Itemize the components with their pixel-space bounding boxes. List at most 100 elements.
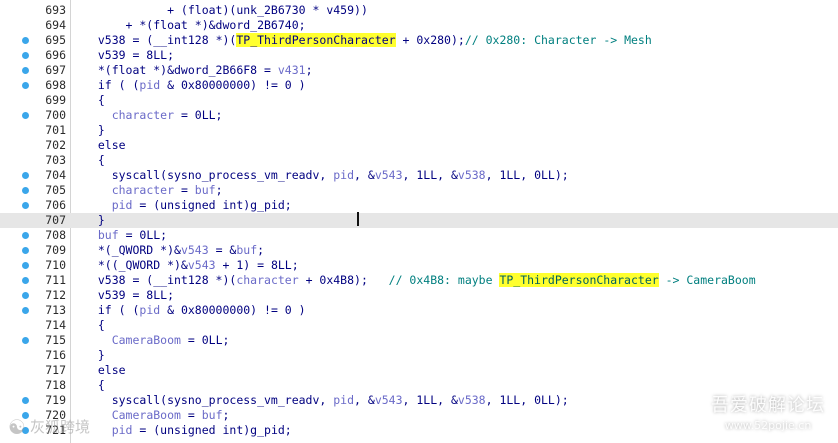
code-text: if ( (pid & 0x80000000) != 0 ) — [84, 303, 306, 318]
code-text: else — [84, 363, 126, 378]
code-line[interactable]: 705 character = buf; — [0, 183, 838, 198]
line-number: 696 — [45, 48, 66, 62]
breakpoint-dot-icon[interactable] — [22, 67, 29, 74]
line-number: 701 — [45, 123, 66, 137]
code-line[interactable]: 696 v539 = 8LL; — [0, 48, 838, 63]
code-line[interactable]: 693 + (float)(unk_2B6730 * v459)) — [0, 3, 838, 18]
breakpoint-dot-icon[interactable] — [22, 82, 29, 89]
code-line[interactable]: 697 *(float *)&dword_2B66F8 = v431; — [0, 63, 838, 78]
breakpoint-dot-icon[interactable] — [22, 277, 29, 284]
breakpoint-dot-icon[interactable] — [22, 232, 29, 239]
line-number: 714 — [45, 318, 66, 332]
code-token: buf — [194, 183, 216, 197]
line-number: 706 — [45, 198, 66, 212]
breakpoint-dot-icon[interactable] — [22, 187, 29, 194]
code-text: syscall(sysno_process_vm_readv, pid, &v5… — [84, 393, 569, 408]
current-code-line[interactable]: 707 } — [0, 213, 838, 228]
code-line[interactable]: 717 else — [0, 363, 838, 378]
breakpoint-dot-icon[interactable] — [22, 397, 29, 404]
breakpoint-dot-icon[interactable] — [22, 337, 29, 344]
line-number: 717 — [45, 363, 66, 377]
highlighted-token: TP_ThirdPersonCharacter — [236, 33, 396, 47]
code-text: *(_QWORD *)&v543 = &buf; — [84, 243, 264, 258]
breakpoint-dot-icon[interactable] — [22, 202, 29, 209]
breakpoint-dot-icon[interactable] — [22, 292, 29, 299]
code-line[interactable]: 699 { — [0, 93, 838, 108]
code-line[interactable]: 695 v538 = (__int128 *)(TP_ThirdPersonCh… — [0, 33, 838, 48]
code-token: = (unsigned int)g_pid; — [132, 423, 292, 437]
code-token: v539 = 8LL; — [84, 48, 175, 62]
code-text: { — [84, 93, 105, 108]
code-token: ; — [222, 408, 230, 422]
code-line[interactable]: 712 v539 = 8LL; — [0, 288, 838, 303]
code-token: character — [236, 273, 299, 287]
line-number: 694 — [45, 18, 66, 32]
code-text: else — [84, 138, 126, 153]
code-line[interactable]: 713 if ( (pid & 0x80000000) != 0 ) — [0, 303, 838, 318]
code-token: , 1LL, 0LL); — [485, 393, 569, 407]
code-line[interactable]: 709 *(_QWORD *)&v543 = &buf; — [0, 243, 838, 258]
code-token: v543 — [374, 393, 403, 407]
code-line[interactable]: 701 } — [0, 123, 838, 138]
code-text: } — [84, 123, 105, 138]
code-token: buf — [236, 243, 258, 257]
text-caret — [357, 212, 359, 226]
code-editor[interactable]: 693 + (float)(unk_2B6730 * v459)) 694 + *… — [0, 0, 838, 443]
code-token: ; — [257, 243, 265, 257]
breakpoint-dot-icon[interactable] — [22, 52, 29, 59]
breakpoint-dot-icon[interactable] — [22, 307, 29, 314]
code-line[interactable]: 715 CameraBoom = 0LL; — [0, 333, 838, 348]
breakpoint-dot-icon[interactable] — [22, 247, 29, 254]
code-token: & 0x80000000) != 0 ) — [160, 78, 306, 92]
breakpoint-dot-icon[interactable] — [22, 37, 29, 44]
code-token: { — [84, 153, 105, 167]
code-line[interactable]: 704 syscall(sysno_process_vm_readv, pid,… — [0, 168, 838, 183]
line-number: 703 — [45, 153, 66, 167]
code-line[interactable]: 708 buf = 0LL; — [0, 228, 838, 243]
line-number: 709 — [45, 243, 66, 257]
line-number: 716 — [45, 348, 66, 362]
code-text: character = buf; — [84, 183, 223, 198]
code-line[interactable]: 702 else — [0, 138, 838, 153]
code-line[interactable]: 716 } — [0, 348, 838, 363]
code-token: pid — [333, 393, 355, 407]
code-line[interactable]: 718 { — [0, 378, 838, 393]
line-number: 702 — [45, 138, 66, 152]
line-number: 707 — [45, 213, 66, 227]
code-token: character — [111, 108, 175, 122]
code-line[interactable]: 711 v538 = (__int128 *)(character + 0x4B… — [0, 273, 838, 288]
breakpoint-dot-icon[interactable] — [22, 172, 29, 179]
watermark-site-url: www.52pojie.cn — [724, 419, 812, 432]
code-token: pid — [111, 198, 133, 212]
code-token: v538 — [457, 393, 486, 407]
code-line[interactable]: 710 *((_QWORD *)&v543 + 1) = 8LL; — [0, 258, 838, 273]
code-text: { — [84, 318, 105, 333]
code-token: + 0x4B8); — [298, 273, 389, 287]
line-number: 712 — [45, 288, 66, 302]
code-text: pid = (unsigned int)g_pid; — [84, 198, 292, 213]
code-token: } — [84, 123, 105, 137]
breakpoint-dot-icon[interactable] — [22, 112, 29, 119]
code-token: + 1) = 8LL; — [215, 258, 299, 272]
code-token: v538 = (__int128 *)( — [84, 273, 237, 287]
code-text: } — [84, 348, 105, 363]
comment-token: -> CameraBoom — [658, 273, 756, 287]
breakpoint-dot-icon[interactable] — [22, 262, 29, 269]
line-number: 693 — [45, 3, 66, 17]
line-number: 710 — [45, 258, 66, 272]
line-number: 698 — [45, 78, 66, 92]
code-token: , 1LL, 0LL); — [485, 168, 569, 182]
code-line[interactable]: 694 + *(float *)&dword_2B6740; — [0, 18, 838, 33]
code-text: character = 0LL; — [84, 108, 223, 123]
code-line[interactable]: 698 if ( (pid & 0x80000000) != 0 ) — [0, 78, 838, 93]
code-token: + *(float *)&dword_2B6740; — [84, 18, 306, 32]
code-token: pid — [139, 303, 161, 317]
code-token: syscall(sysno_process_vm_readv, — [84, 168, 334, 182]
code-line[interactable]: 714 { — [0, 318, 838, 333]
code-line[interactable]: 706 pid = (unsigned int)g_pid; — [0, 198, 838, 213]
code-line[interactable]: 703 { — [0, 153, 838, 168]
code-token: & 0x80000000) != 0 ) — [160, 303, 306, 317]
code-line[interactable]: 700 character = 0LL; — [0, 108, 838, 123]
